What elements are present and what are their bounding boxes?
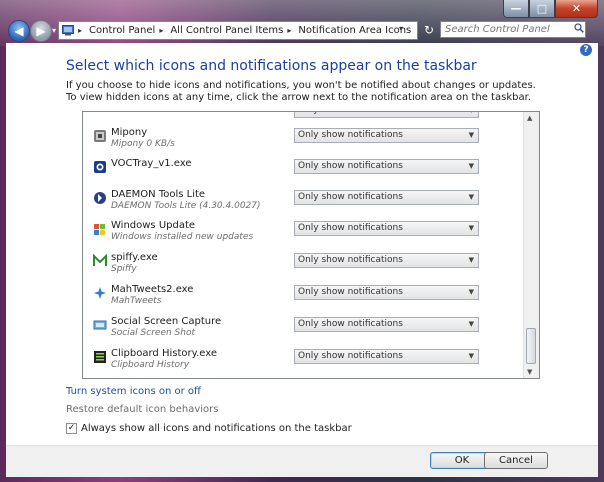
breadcrumb-all-items[interactable]: All Control Panel Items	[170, 25, 283, 36]
navigation-bar: ◀ ▶ ▾ ▸ Control Panel ▸ All Control Pane…	[6, 19, 598, 43]
behavior-dropdown[interactable]: Only show notifications ▼	[294, 159, 479, 174]
content-area: ? Select which icons and notifications a…	[6, 43, 598, 445]
mipony-icon	[94, 130, 106, 142]
address-bar[interactable]: ▸ Control Panel ▸ All Control Panel Item…	[58, 21, 418, 40]
icon-name: VOCTray_v1.exe	[111, 158, 192, 169]
windows-update-icon	[94, 224, 105, 235]
caption-buttons: — □ ✕	[503, 0, 598, 18]
list-item-daemon-tools: DAEMON Tools Lite DAEMON Tools Lite (4.3…	[83, 188, 523, 218]
breadcrumb-notification-area-icons[interactable]: Notification Area Icons	[298, 25, 411, 36]
chevron-down-icon: ▼	[468, 193, 474, 201]
behavior-value: Only show notifications	[298, 287, 403, 297]
always-show-label: Always show all icons and notifications …	[81, 423, 352, 434]
scroll-up-icon[interactable]: ▲	[527, 114, 532, 122]
scroll-thumb[interactable]	[526, 328, 536, 364]
behavior-dropdown[interactable]: Only show notifications ▼	[294, 128, 479, 143]
behavior-value: Only show notifications	[298, 130, 403, 140]
scroll-down-icon[interactable]: ▼	[527, 368, 532, 376]
breadcrumb-separator: ▸	[78, 26, 83, 35]
icon-name: spiffy.exe	[111, 252, 158, 263]
back-button[interactable]: ◀	[8, 20, 30, 42]
list-item-spiffy: spiffy.exe Spiffy Only show notification…	[83, 251, 523, 281]
icon-status: Social Screen Shot	[111, 328, 195, 338]
recent-pages-dropdown[interactable]: ▾	[52, 26, 56, 35]
social-screen-capture-icon	[93, 320, 107, 330]
breadcrumb-control-panel[interactable]: Control Panel	[89, 25, 155, 36]
search-input[interactable]	[440, 21, 586, 38]
search-icon[interactable]	[574, 23, 584, 33]
icon-name: Mipony	[111, 127, 148, 138]
page-description: If you choose to hide icons and notifica…	[66, 80, 536, 103]
icon-name: Social Screen Capture	[111, 316, 222, 327]
icon-status: Clipboard History	[111, 360, 190, 370]
mahtweets-icon	[94, 287, 106, 299]
address-dropdown-icon[interactable]: ▾	[399, 24, 403, 33]
maximize-button[interactable]: □	[529, 0, 555, 18]
icon-status: Spiffy	[111, 264, 137, 274]
list-item-clipboard-history: Clipboard History.exe Clipboard History …	[83, 347, 523, 377]
chevron-down-icon: ▼	[468, 320, 474, 328]
chevron-down-icon: ▼	[468, 288, 474, 296]
icon-name: Windows Update	[111, 220, 196, 231]
minimize-button[interactable]: —	[503, 0, 529, 18]
page-title: Select which icons and notifications app…	[66, 58, 477, 74]
daemon-tools-icon	[94, 192, 106, 204]
behavior-dropdown[interactable]: Only show notifications ▼	[294, 317, 479, 332]
behavior-value: Only show notifications	[298, 255, 403, 265]
button-bar: OK Cancel	[6, 445, 598, 477]
behavior-dropdown[interactable]: Only show notifications ▼	[294, 112, 479, 118]
close-button[interactable]: ✕	[555, 0, 598, 18]
behavior-value: Only show notifications	[298, 319, 403, 329]
chevron-down-icon: ▼	[468, 162, 474, 170]
icon-status: Mipony 0 KB/s	[111, 139, 175, 149]
behavior-value: Only show notifications	[298, 223, 403, 233]
always-show-checkbox[interactable]: ✓ Always show all icons and notification…	[66, 423, 352, 434]
breadcrumb-separator[interactable]: ▸	[287, 26, 291, 35]
forward-button[interactable]: ▶	[30, 20, 52, 42]
list-item-mipony: Mipony Mipony 0 KB/s Only show notificat…	[83, 126, 523, 156]
chevron-down-icon: ▼	[468, 256, 474, 264]
cancel-button[interactable]: Cancel	[484, 452, 548, 469]
icon-status: MahTweets	[111, 296, 162, 306]
chevron-down-icon: ▼	[468, 224, 474, 232]
behavior-dropdown[interactable]: Only show notifications ▼	[294, 221, 479, 236]
chevron-down-icon: ▼	[468, 352, 474, 360]
breadcrumb-separator[interactable]: ▸	[159, 26, 163, 35]
spiffy-icon	[93, 254, 107, 266]
behavior-value: Only show notifications	[298, 112, 403, 115]
chevron-down-icon: ▼	[468, 131, 474, 139]
behavior-dropdown[interactable]: Only show notifications ▼	[294, 349, 479, 364]
system-icons-link[interactable]: Turn system icons on or off	[66, 386, 201, 397]
behavior-dropdown[interactable]: Only show notifications ▼	[294, 253, 479, 268]
notification-icons-list[interactable]: Only show notifications ▼ Mipony Mipony …	[82, 111, 540, 379]
behavior-value: Only show notifications	[298, 351, 403, 361]
list-item-mahtweets: MahTweets2.exe MahTweets Only show notif…	[83, 283, 523, 313]
chevron-down-icon: ▼	[469, 112, 474, 114]
control-panel-icon	[62, 25, 74, 36]
checkbox-checked-icon[interactable]: ✓	[66, 423, 77, 434]
behavior-dropdown[interactable]: Only show notifications ▼	[294, 190, 479, 205]
icon-name: MahTweets2.exe	[111, 284, 194, 295]
clipboard-history-icon	[94, 351, 106, 363]
restore-defaults-link[interactable]: Restore default icon behaviors	[66, 404, 219, 415]
behavior-value: Only show notifications	[298, 192, 403, 202]
icon-status: DAEMON Tools Lite (4.30.4.0027)	[111, 201, 261, 211]
behavior-dropdown[interactable]: Only show notifications ▼	[294, 285, 479, 300]
behavior-value: Only show notifications	[298, 161, 403, 171]
list-item-social-screen-capture: Social Screen Capture Social Screen Shot…	[83, 315, 523, 345]
icon-name: Clipboard History.exe	[111, 348, 218, 359]
list-item-windows-update: Windows Update Windows installed new upd…	[83, 219, 523, 249]
icon-name: DAEMON Tools Lite	[111, 189, 206, 200]
icon-status: Windows installed new updates	[111, 232, 254, 242]
refresh-button[interactable]: ↻	[420, 21, 438, 38]
voctray-icon	[94, 161, 106, 173]
help-button[interactable]: ?	[580, 44, 592, 56]
vertical-scrollbar[interactable]: ▲ ▼	[523, 112, 539, 378]
list-item-voctray: VOCTray_v1.exe Only show notifications ▼	[83, 157, 523, 187]
